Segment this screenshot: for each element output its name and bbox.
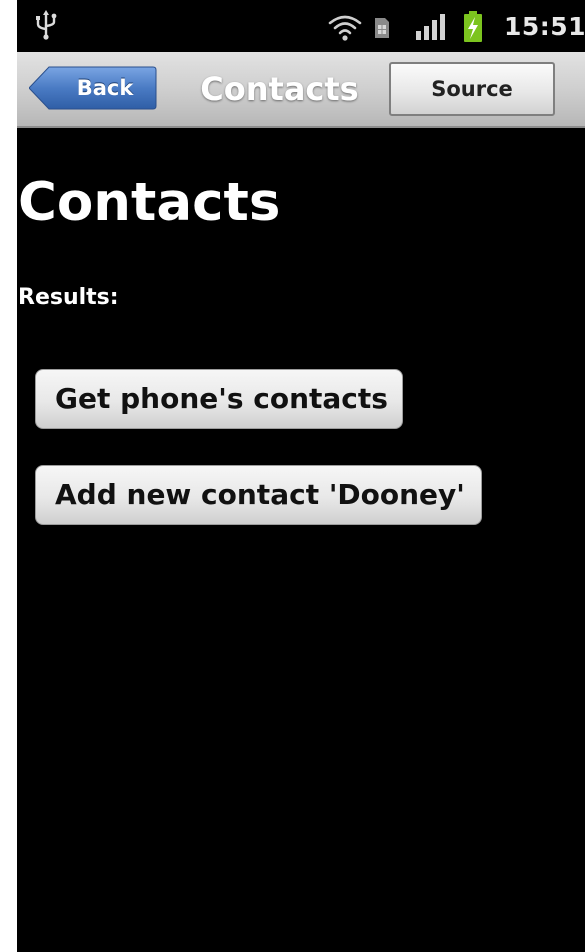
wifi-icon: [328, 15, 362, 41]
results-label: Results:: [18, 285, 119, 310]
status-bar: 15:51: [17, 0, 585, 52]
page-title: Contacts: [18, 172, 281, 233]
usb-icon: [36, 10, 57, 40]
navigation-bar: Back Contacts Source: [17, 52, 585, 128]
app-screen: 15:51 Back Contacts Source Contacts Resu…: [17, 0, 585, 952]
source-button[interactable]: Source: [389, 62, 555, 116]
nav-title: Contacts: [200, 70, 359, 108]
signal-icon: [416, 14, 445, 40]
status-time: 15:51: [504, 12, 585, 41]
get-contacts-button[interactable]: Get phone's contacts: [35, 369, 403, 429]
sim-card-icon: [375, 18, 389, 38]
battery-charging-icon: [464, 11, 482, 42]
add-contact-button[interactable]: Add new contact 'Dooney': [35, 465, 482, 525]
back-button[interactable]: Back: [29, 66, 157, 110]
back-button-label: Back: [76, 76, 134, 100]
